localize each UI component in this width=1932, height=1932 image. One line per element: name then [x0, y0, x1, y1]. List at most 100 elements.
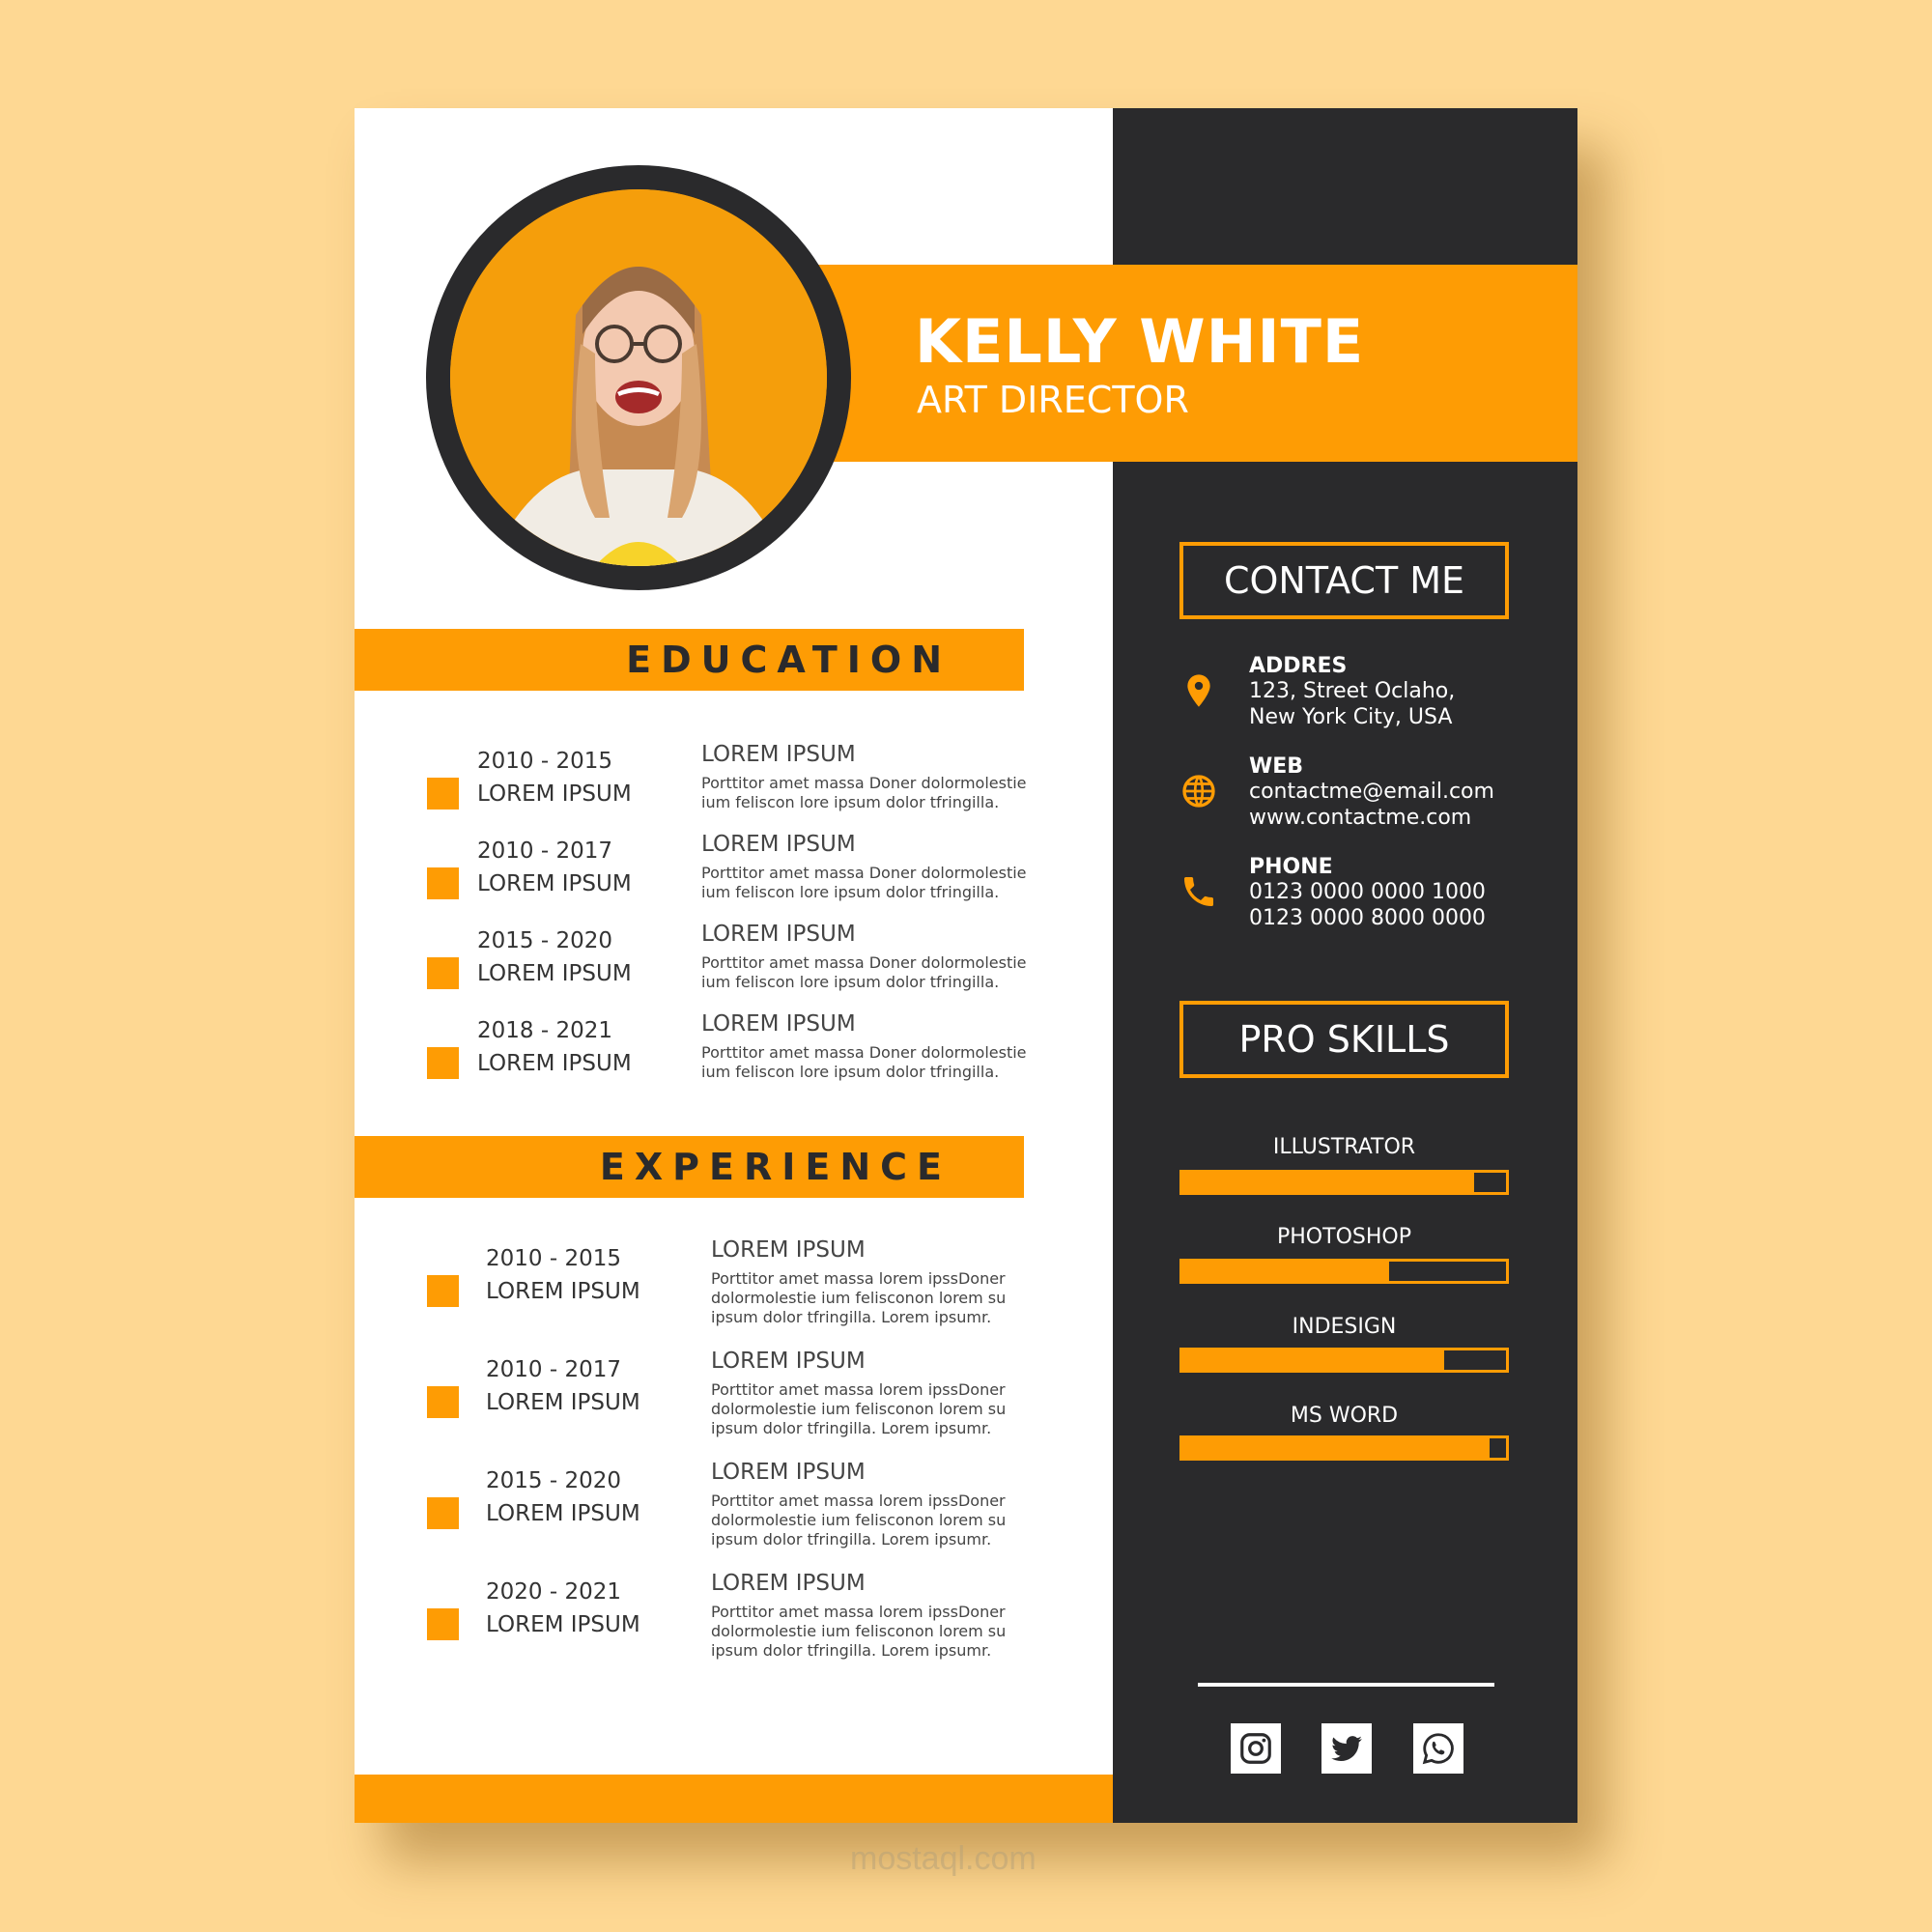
- entry-label: LOREM IPSUM: [477, 781, 632, 807]
- contact-line: 123, Street Oclaho,: [1249, 679, 1456, 703]
- entry-label: LOREM IPSUM: [477, 1051, 632, 1076]
- desc-line: Porttitor amet massa Doner dolormolestie: [701, 953, 1027, 972]
- entry-date: 2010 - 2017: [486, 1357, 621, 1382]
- skill-bar-fill: [1182, 1350, 1445, 1370]
- entry-desc: Porttitor amet massa Doner dolormolestie…: [701, 864, 1027, 902]
- desc-line: Porttitor amet massa lorem ipssDoner: [711, 1492, 1006, 1510]
- whatsapp-icon: [1422, 1733, 1454, 1765]
- entry-title: LOREM IPSUM: [701, 832, 856, 857]
- entry-date: 2010 - 2015: [477, 749, 612, 774]
- bullet-square: [427, 1497, 459, 1529]
- website-link[interactable]: www.contactme.com: [1249, 806, 1471, 830]
- entry-label: LOREM IPSUM: [477, 961, 632, 986]
- desc-line: ium feliscon lore ipsum dolor tfringilla…: [701, 883, 1000, 901]
- entry-date: 2018 - 2021: [477, 1018, 612, 1043]
- twitter-button[interactable]: [1321, 1723, 1372, 1774]
- contact-heading-web: WEB: [1249, 754, 1304, 779]
- experience-title: EXPERIENCE: [599, 1146, 952, 1188]
- contact-heading: CONTACT ME: [1179, 542, 1509, 619]
- entry-label: LOREM IPSUM: [486, 1501, 640, 1526]
- desc-line: ipsum dolor tfringilla. Lorem ipsumr.: [711, 1641, 992, 1660]
- watermark: mostaql.com: [850, 1840, 1037, 1877]
- contact-line: New York City, USA: [1249, 705, 1453, 729]
- resume-card: CONTACT ME ADDRES 123, Street Oclaho, Ne…: [355, 108, 1577, 1823]
- entry-title: LOREM IPSUM: [701, 922, 856, 947]
- divider: [1198, 1683, 1494, 1687]
- bullet-square: [427, 867, 459, 899]
- skill-bar-fill: [1182, 1262, 1390, 1281]
- desc-line: ipsum dolor tfringilla. Lorem ipsumr.: [711, 1419, 992, 1437]
- entry-desc: Porttitor amet massa lorem ipssDoner dolo…: [711, 1492, 1006, 1549]
- entry-desc: Porttitor amet massa lorem ipssDoner dolo…: [711, 1380, 1006, 1438]
- desc-line: dolormolestie ium felisconon lorem su: [711, 1289, 1007, 1307]
- globe-icon: [1182, 775, 1215, 808]
- candidate-name: KELLY WHITE: [915, 306, 1365, 377]
- entry-desc: Porttitor amet massa Doner dolormolestie…: [701, 774, 1027, 812]
- entry-date: 2015 - 2020: [486, 1468, 621, 1493]
- entry-title: LOREM IPSUM: [711, 1237, 866, 1263]
- whatsapp-button[interactable]: [1413, 1723, 1463, 1774]
- desc-line: ium feliscon lore ipsum dolor tfringilla…: [701, 973, 1000, 991]
- bullet-square: [427, 1608, 459, 1640]
- entry-desc: Porttitor amet massa Doner dolormolestie…: [701, 953, 1027, 992]
- entry-date: 2010 - 2017: [477, 838, 612, 864]
- entry-date: 2015 - 2020: [477, 928, 612, 953]
- email-link[interactable]: contactme@email.com: [1249, 780, 1494, 804]
- footer-band: [355, 1775, 1113, 1823]
- entry-label: LOREM IPSUM: [477, 871, 632, 896]
- twitter-icon: [1331, 1736, 1362, 1761]
- skill-label: ILLUSTRATOR: [1272, 1135, 1416, 1159]
- education-header: EDUCATION: [355, 629, 1024, 691]
- desc-line: Porttitor amet massa Doner dolormolestie: [701, 774, 1027, 792]
- skill-bar-indesign: [1179, 1348, 1509, 1373]
- desc-line: ium feliscon lore ipsum dolor tfringilla…: [701, 1063, 1000, 1081]
- entry-desc: Porttitor amet massa lorem ipssDoner dolo…: [711, 1603, 1006, 1661]
- entry-label: LOREM IPSUM: [486, 1390, 640, 1415]
- contact-heading-phone: PHONE: [1249, 855, 1333, 879]
- desc-line: dolormolestie ium felisconon lorem su: [711, 1622, 1007, 1640]
- profile-photo: [426, 165, 851, 590]
- phone-icon: [1184, 877, 1213, 906]
- entry-title: LOREM IPSUM: [701, 1011, 856, 1037]
- entry-title: LOREM IPSUM: [711, 1460, 866, 1485]
- entry-desc: Porttitor amet massa Doner dolormolestie…: [701, 1043, 1027, 1082]
- skill-bar-illustrator: [1179, 1170, 1509, 1195]
- skill-label: PHOTOSHOP: [1277, 1225, 1411, 1249]
- entry-date: 2010 - 2015: [486, 1246, 621, 1271]
- entry-label: LOREM IPSUM: [486, 1279, 640, 1304]
- skill-label: INDESIGN: [1292, 1315, 1397, 1339]
- desc-line: Porttitor amet massa lorem ipssDoner: [711, 1603, 1006, 1621]
- desc-line: ipsum dolor tfringilla. Lorem ipsumr.: [711, 1308, 992, 1326]
- contact-heading-address: ADDRES: [1249, 654, 1348, 678]
- education-title: EDUCATION: [626, 639, 952, 681]
- skills-heading: PRO SKILLS: [1179, 1001, 1509, 1078]
- bullet-square: [427, 957, 459, 989]
- instagram-button[interactable]: [1231, 1723, 1281, 1774]
- phone-number[interactable]: 0123 0000 0000 1000: [1249, 880, 1486, 904]
- desc-line: Porttitor amet massa lorem ipssDoner: [711, 1380, 1006, 1399]
- bullet-square: [427, 1386, 459, 1418]
- desc-line: Porttitor amet massa Doner dolormolestie: [701, 1043, 1027, 1062]
- entry-date: 2020 - 2021: [486, 1579, 621, 1605]
- entry-title: LOREM IPSUM: [711, 1571, 866, 1596]
- skill-bar-ms-word: [1179, 1435, 1509, 1461]
- phone-number[interactable]: 0123 0000 8000 0000: [1249, 906, 1486, 930]
- skill-bar-photoshop: [1179, 1259, 1509, 1284]
- desc-line: ium feliscon lore ipsum dolor tfringilla…: [701, 793, 1000, 811]
- experience-header: EXPERIENCE: [355, 1136, 1024, 1198]
- desc-line: dolormolestie ium felisconon lorem su: [711, 1400, 1007, 1418]
- bullet-square: [427, 778, 459, 810]
- bullet-square: [427, 1047, 459, 1079]
- skill-label: MS WORD: [1290, 1404, 1399, 1428]
- location-pin-icon: [1187, 674, 1210, 707]
- candidate-role: ART DIRECTOR: [917, 379, 1189, 421]
- skill-bar-fill: [1182, 1438, 1491, 1458]
- person-portrait-icon: [450, 189, 827, 566]
- entry-title: LOREM IPSUM: [701, 742, 856, 767]
- entry-label: LOREM IPSUM: [486, 1612, 640, 1637]
- skill-bar-fill: [1182, 1173, 1474, 1192]
- entry-desc: Porttitor amet massa lorem ipssDoner dolo…: [711, 1269, 1006, 1327]
- desc-line: Porttitor amet massa Doner dolormolestie: [701, 864, 1027, 882]
- desc-line: ipsum dolor tfringilla. Lorem ipsumr.: [711, 1530, 992, 1548]
- desc-line: dolormolestie ium felisconon lorem su: [711, 1511, 1007, 1529]
